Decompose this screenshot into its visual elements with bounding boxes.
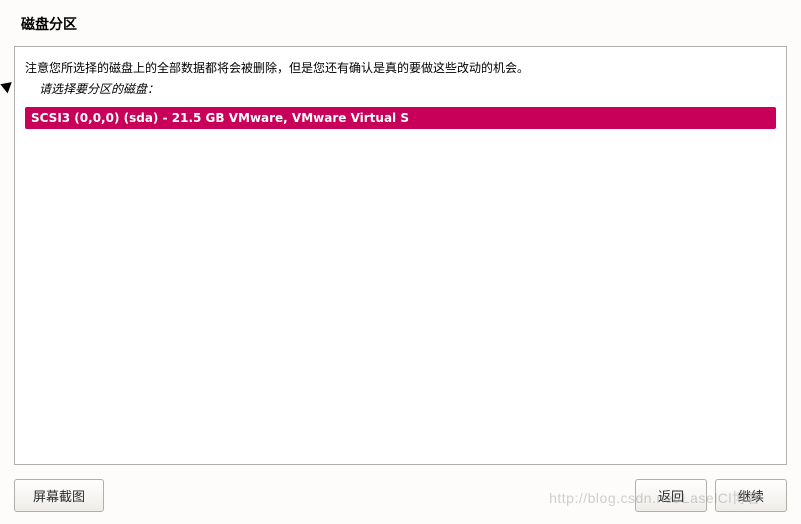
disk-list: SCSI3 (0,0,0) (sda) - 21.5 GB VMware, VM…: [25, 107, 776, 129]
footer-bar: 屏幕截图 返回 继续: [14, 479, 787, 512]
cursor-artifact: [0, 79, 12, 94]
instruction-text: 注意您所选择的磁盘上的全部数据都将会被删除，但是您还有确认是真的要做这些改动的机…: [25, 59, 776, 78]
sub-instruction-text: 请选择要分区的磁盘：: [39, 80, 776, 97]
page-title: 磁盘分区: [0, 0, 801, 46]
partition-panel: 注意您所选择的磁盘上的全部数据都将会被删除，但是您还有确认是真的要做这些改动的机…: [14, 46, 787, 465]
disk-item-selected[interactable]: SCSI3 (0,0,0) (sda) - 21.5 GB VMware, VM…: [25, 107, 776, 129]
continue-button[interactable]: 继续: [715, 479, 787, 512]
footer-right: 返回 继续: [635, 479, 787, 512]
screenshot-button[interactable]: 屏幕截图: [14, 479, 104, 512]
footer-left: 屏幕截图: [14, 479, 104, 512]
back-button[interactable]: 返回: [635, 479, 707, 512]
